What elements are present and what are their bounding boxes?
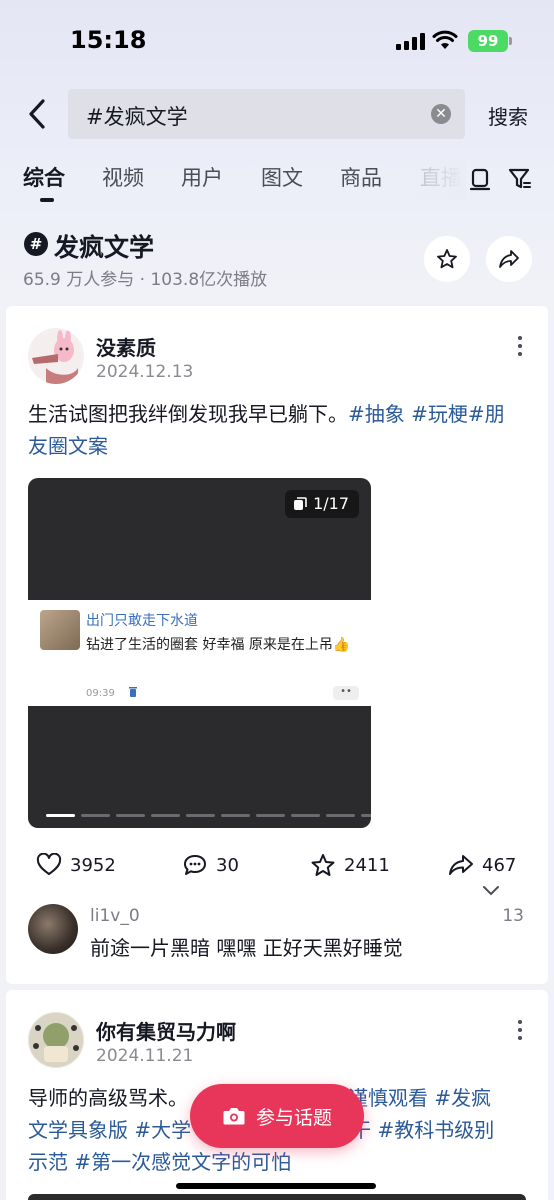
tab-image-text[interactable]: 图文 [261,162,303,192]
topic-meta: 65.9 万人参与 · 103.8亿次播放 [23,270,268,290]
chat-screenshot: 出门只敢走下水道 钻进了生活的圈套 好幸福 原来是在上吊👍 09:39 •• [28,600,371,706]
back-arrow-icon[interactable] [22,96,54,132]
favorite-button[interactable]: 2411 [310,850,390,880]
tabs-fade [406,160,466,200]
status-bar: 15:18 99 [0,0,554,80]
hashtag-link[interactable]: 示范 #第一次感觉文字的可怕 [28,1150,291,1174]
hashtag-icon: # [24,232,48,256]
chevron-down-icon[interactable] [481,884,501,898]
chat-time: 09:39 [86,688,115,699]
battery-tip [509,37,512,45]
comment-icon [184,855,206,875]
cat-avatar [40,610,80,650]
author-name[interactable]: 没素质 [96,332,156,361]
favorite-count: 2411 [344,854,390,876]
signal-icon [396,32,425,50]
gallery-icon [294,497,307,510]
post-body: 生活试图把我绊倒发现我早已躺下。 [28,402,348,426]
post-card[interactable]: 没素质 2024.12.13 生活试图把我绊倒发现我早已躺下。#抽象 #玩梗#朋… [6,306,548,984]
image-carousel[interactable]: 1/17 出门只敢走下水道 钻进了生活的圈套 好幸福 原来是在上吊👍 09:39… [28,478,371,828]
carousel-progress [46,814,371,817]
home-indicator [176,1183,376,1189]
share-count: 467 [482,854,517,876]
topic-title: 发疯文学 [54,233,155,262]
post-text: 生活试图把我绊倒发现我早已躺下。#抽象 #玩梗#朋 友圈文案 [28,398,528,462]
tab-users[interactable]: 用户 [181,162,223,192]
share-icon [499,250,519,268]
search-input[interactable]: #发疯文学 ✕ [68,89,465,139]
avatar[interactable] [28,1012,84,1068]
star-icon [437,249,457,269]
hashtag-link[interactable]: 友圈文案 [28,434,108,458]
join-topic-label: 参与话题 [255,1106,332,1129]
chat-message: 钻进了生活的圈套 好幸福 原来是在上吊👍 [86,637,351,653]
like-count: 3952 [70,854,116,876]
trash-icon [129,687,137,697]
more-options-icon[interactable] [516,336,524,360]
more-options-icon[interactable] [516,1020,524,1044]
search-query: #发疯文学 [86,105,188,129]
post-date: 2024.12.13 [96,362,194,382]
share-button[interactable]: 467 [448,850,516,880]
result-tabs: 综合 视频 用户 图文 商品 直播 [0,160,554,204]
image-counter-text: 1/17 [313,494,349,513]
search-button[interactable]: 搜索 [488,101,528,130]
comment-username[interactable]: li1v_0 [90,906,140,926]
share-topic-button[interactable] [486,236,532,282]
camera-icon [223,1108,245,1125]
comment-count: 30 [216,854,239,876]
avatar[interactable] [28,328,84,384]
like-button[interactable]: 3952 [36,850,116,880]
comment-like-count: 13 [502,906,524,926]
comment-avatar[interactable] [28,904,78,954]
share-icon [449,855,473,875]
chat-more-icon: •• [333,686,359,700]
comment-button[interactable]: 30 [182,850,239,880]
heart-icon [36,853,62,875]
join-topic-button[interactable]: 参与话题 [190,1084,364,1148]
star-icon [311,854,335,876]
history-icon[interactable] [466,164,494,192]
author-name[interactable]: 你有集贸马力啊 [96,1016,236,1045]
image-counter: 1/17 [285,490,359,518]
hashtag-link[interactable]: #抽象 #玩梗#朋 [348,402,505,426]
comment-text: 前途一片黑暗 嘿嘿 正好天黑好睡觉 [90,936,403,960]
next-post-media [28,1194,526,1200]
active-tab-indicator [40,198,54,202]
tab-all[interactable]: 综合 [23,162,65,192]
tab-products[interactable]: 商品 [340,162,382,192]
filter-icon[interactable] [506,164,534,192]
wifi-icon [432,30,458,49]
favorite-topic-button[interactable] [424,236,470,282]
hashtag-link[interactable]: 文学具象版 #大学 [28,1118,191,1142]
clear-icon[interactable]: ✕ [431,104,451,124]
post-date: 2024.11.21 [96,1046,194,1066]
chat-sender-name: 出门只敢走下水道 [86,613,198,629]
status-time: 15:18 [70,26,147,54]
tab-video[interactable]: 视频 [102,162,144,192]
battery-icon: 99 [468,30,508,52]
post-body: 导师的高级骂术。 [28,1086,188,1110]
